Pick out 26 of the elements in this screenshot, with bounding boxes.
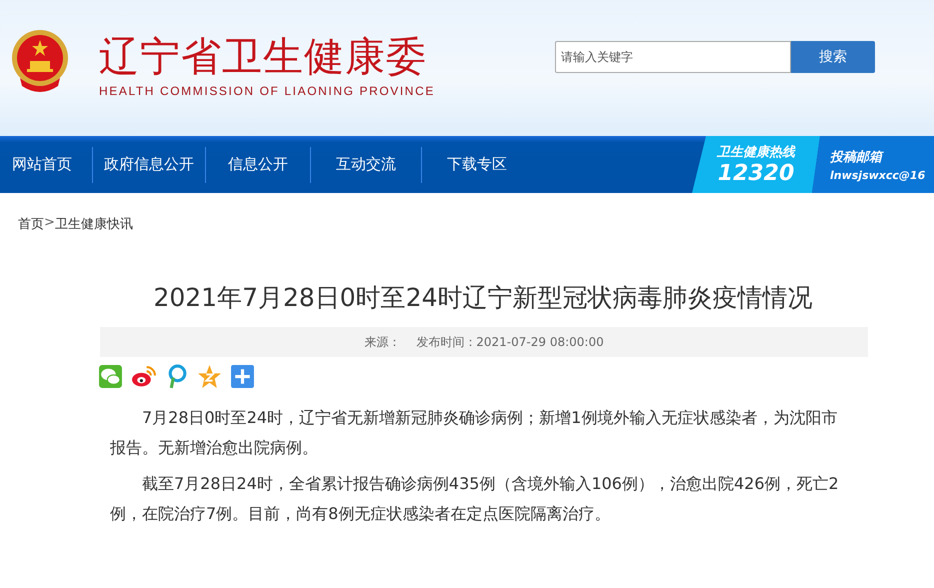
hotline-label: 卫生健康热线 [716,144,796,160]
star-icon[interactable] [197,364,222,389]
emblem-logo [10,28,70,94]
search-button[interactable]: 搜索 [791,41,875,73]
publish-time: 发布时间：2021-07-29 08:00:00 [416,334,604,350]
nav-link[interactable]: 信息公开 [206,155,310,174]
nav-link[interactable]: 政府信息公开 [93,155,205,174]
nav-link[interactable]: 互动交流 [311,155,421,174]
plus-icon[interactable] [230,364,255,389]
breadcrumb-link[interactable]: 卫生健康快讯 [54,215,133,233]
article-paragraph: 7月28日0时至24时，辽宁省无新增新冠肺炎确诊病例；新增1例境外输入无症状感染者，为沈阳市报告。无新增治愈出院病例。 [110,407,838,459]
chat-icon[interactable] [98,364,123,389]
search-field[interactable]: 请输入关键字 [555,41,791,73]
swirl-icon[interactable] [131,364,156,389]
article-paragraph: 截至7月28日24时，全省累计报告确诊病例435例（含境外输入106例），治愈出院426例，死亡2例，在院治疗7例。目前，尚有8例无症状感染者在定点医院隔离治疗。 [110,473,840,525]
mailbox-label: 投稿邮箱 [830,148,885,166]
breadcrumb-link[interactable]: 首页 [18,215,44,233]
source-label: 来源： [364,334,400,350]
article-title: 2021年7月28日0时至24时辽宁新型冠状病毒肺炎疫情情况 [152,282,814,314]
site-title: 辽宁省卫生健康委 [99,34,428,80]
hotline-number: 12320 [716,160,796,186]
mailbox-address[interactable]: lnwsjswxcc@16 [830,168,934,182]
nav-link[interactable]: 网站首页 [0,155,83,174]
site-subtitle: HEALTH COMMISSION OF LIAONING PROVINCE [99,84,436,98]
breadcrumb-separator: > [44,215,55,232]
nav-link[interactable]: 下载专区 [422,155,532,174]
